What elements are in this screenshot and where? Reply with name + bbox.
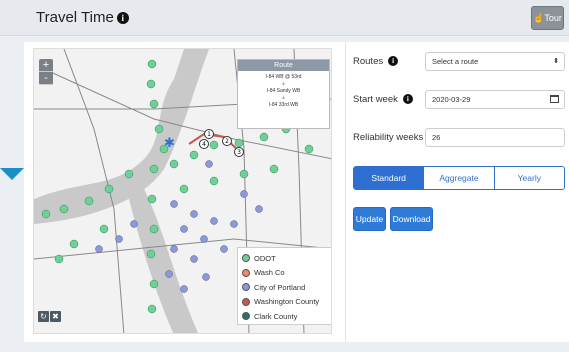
route-to: I-84 33rd WB — [268, 102, 299, 108]
page-title-text: Travel Time — [36, 9, 114, 26]
legend-item: ODOT — [242, 251, 330, 266]
legend-item: Clark County — [242, 309, 330, 324]
legend-label: Wash Co — [254, 268, 285, 278]
update-button[interactable]: Update — [353, 207, 386, 231]
legend-swatch — [242, 312, 250, 321]
calendar-icon[interactable] — [550, 95, 559, 103]
settings-panel — [345, 42, 569, 342]
route-map[interactable]: ✱ 1 2 3 4 + - Route I-84 WB @ 53rd 🡣 I-8… — [33, 48, 332, 334]
zoom-in-button[interactable]: + — [39, 59, 53, 72]
star-marker-icon: ✱ — [164, 136, 175, 151]
page-header: Travel Time i ☝Tour — [0, 0, 569, 36]
side-marker-arrow — [0, 168, 24, 180]
legend-swatch — [242, 254, 250, 263]
download-button[interactable]: Download — [390, 207, 433, 231]
start-week-label-text: Start week — [353, 94, 398, 105]
route-info-box: Route I-84 WB @ 53rd 🡣 I-84 Sandy WB 🡣 I… — [237, 59, 330, 129]
map-legend: ODOT Wash Co City of Portland Washington… — [237, 247, 331, 325]
route-mid: I-84 Sandy WB — [266, 88, 301, 94]
legend-label: Clark County — [254, 311, 298, 321]
hand-pointer-icon: ☝ — [533, 13, 545, 23]
route-from: I-84 WB @ 53rd — [265, 74, 302, 80]
tab-yearly[interactable]: Yearly — [493, 167, 564, 189]
start-week-value: 2020-03-29 — [432, 95, 471, 104]
tour-button[interactable]: ☝Tour — [531, 6, 564, 30]
zoom-out-button[interactable]: - — [39, 72, 53, 85]
routes-label: Routes i — [353, 56, 399, 67]
legend-swatch — [242, 283, 250, 292]
map-controls: ↻ ✖ — [38, 311, 62, 322]
page-title: Travel Time i — [36, 9, 129, 26]
info-circle-icon[interactable]: i — [116, 12, 129, 24]
reset-view-button[interactable]: ↻ — [38, 311, 49, 322]
start-week-label: Start week i — [353, 94, 413, 105]
arrow-down-icon: 🡣 — [281, 95, 286, 101]
legend-label: Washington County — [254, 297, 320, 307]
zoom-controls: + - — [39, 59, 53, 85]
info-circle-icon[interactable]: i — [388, 56, 399, 66]
route-box-title: Route — [238, 60, 329, 71]
river-shape-2 — [129, 189, 199, 333]
legend-swatch — [242, 268, 250, 277]
info-circle-icon[interactable]: i — [402, 94, 413, 104]
clear-selection-button[interactable]: ✖ — [50, 311, 61, 322]
river-shape — [34, 49, 209, 224]
legend-item: Wash Co — [242, 266, 330, 281]
select-caret-icon: ⬍ — [553, 58, 559, 65]
arrow-down-icon: 🡣 — [281, 81, 286, 87]
route-marker-label: 3 — [237, 149, 241, 156]
legend-label: City of Portland — [254, 282, 306, 292]
legend-swatch — [242, 297, 250, 306]
legend-item: Washington County — [242, 295, 330, 310]
reliability-weeks-label: Reliability weeks — [353, 132, 424, 143]
route-select[interactable]: Select a route ⬍ — [425, 52, 565, 71]
tab-standard[interactable]: Standard — [354, 167, 424, 189]
route-marker-label: 1 — [207, 131, 211, 138]
tab-aggregate[interactable]: Aggregate — [423, 167, 494, 189]
route-select-value: Select a route — [432, 57, 479, 66]
reliability-weeks-input[interactable]: 26 — [425, 128, 565, 147]
route-marker-label: 4 — [202, 141, 206, 148]
legend-label: ODOT — [254, 253, 276, 263]
view-mode-tabs: Standard Aggregate Yearly — [353, 166, 565, 190]
legend-item: City of Portland — [242, 280, 330, 295]
tour-button-label: Tour — [544, 13, 562, 23]
routes-label-text: Routes — [353, 56, 384, 67]
start-week-input[interactable]: 2020-03-29 — [425, 90, 565, 109]
route-marker-label: 2 — [225, 138, 229, 145]
